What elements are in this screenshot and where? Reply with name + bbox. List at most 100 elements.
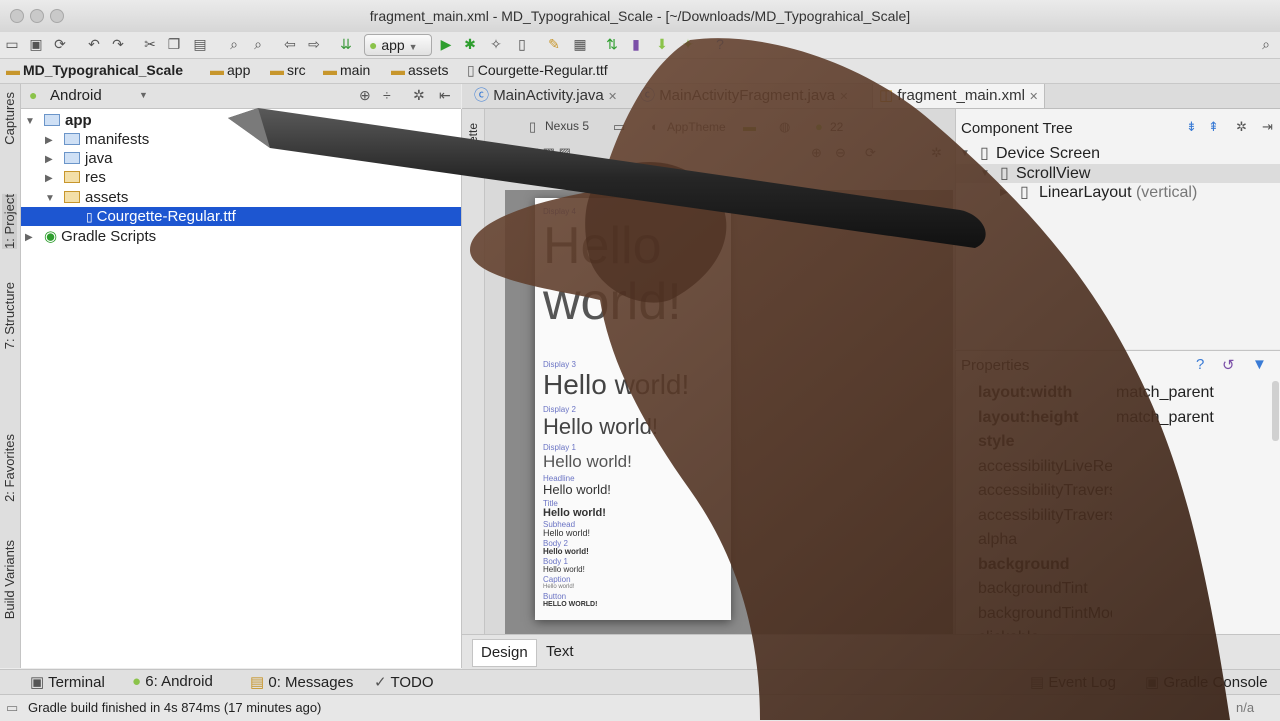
sync-gradle-icon[interactable]: ⇅ — [604, 36, 620, 52]
refresh-icon[interactable]: ⟳ — [865, 145, 876, 161]
messages-tab[interactable]: ▤ 0: Messages — [250, 673, 353, 691]
property-row[interactable]: style — [956, 430, 1271, 454]
android-monitor-icon[interactable]: ✦ — [680, 36, 696, 52]
open-folder-icon[interactable]: ▭ — [4, 36, 20, 52]
property-row[interactable]: backgroundTint — [956, 577, 1271, 601]
redo-icon[interactable]: ↷ — [110, 36, 126, 52]
help-icon[interactable]: ? — [1196, 356, 1204, 373]
debug-icon[interactable]: ✱ — [462, 36, 478, 52]
tree-item-scrollview[interactable]: ▼ ▯ ScrollView — [956, 164, 1280, 183]
tree-item-manifests[interactable]: ▶ manifests — [21, 130, 461, 149]
todo-tab[interactable]: ✓ TODO — [374, 673, 434, 691]
property-row[interactable]: accessibilityTraversalBefore — [956, 504, 1271, 528]
project-structure-icon[interactable]: ▦ — [572, 36, 588, 52]
forward-icon[interactable]: ⇨ — [306, 36, 322, 52]
tree-item-gradle-scripts[interactable]: ▶ ◉ Gradle Scripts — [21, 227, 461, 246]
replace-icon[interactable]: ⌕ — [250, 36, 266, 52]
scroll-from-source-icon[interactable]: ⊕ — [359, 87, 371, 104]
paste-icon[interactable]: ▤ — [192, 36, 208, 52]
properties-scrollbar[interactable] — [1272, 381, 1279, 441]
save-icon[interactable]: ▣ — [28, 36, 44, 52]
avd-manager-icon[interactable]: ▮ — [628, 36, 644, 52]
collapse-all-icon[interactable]: ÷ — [383, 87, 391, 103]
sdk-manager-icon[interactable]: ⬇ — [654, 36, 670, 52]
close-tab-icon[interactable]: ✕ — [1029, 91, 1038, 103]
terminal-tab[interactable]: ▣ Terminal — [30, 673, 105, 691]
chevron-down-icon[interactable]: ▼ — [139, 90, 148, 100]
find-icon[interactable]: ⌕ — [226, 36, 242, 52]
copy-icon[interactable]: ❐ — [166, 36, 182, 52]
filter-icon[interactable]: ▼ — [1252, 356, 1267, 373]
expand-arrow-icon[interactable]: ▼ — [980, 164, 990, 183]
project-tab[interactable]: 1: Project — [2, 194, 17, 249]
event-log-tab[interactable]: ▤ Event Log — [1030, 673, 1116, 691]
run-config-select[interactable]: ● app ▼ — [364, 34, 432, 56]
captures-tab[interactable]: Captures — [2, 92, 17, 145]
restore-defaults-icon[interactable]: ↺ — [1222, 356, 1235, 374]
gear-icon[interactable]: ✲ — [413, 87, 425, 104]
breadcrumb-item[interactable]: ▯ Courgette-Regular.ttf — [467, 62, 608, 79]
phone-preview[interactable]: Display 4 Hello world! Display 3 Hello w… — [535, 198, 731, 620]
property-value[interactable]: match_parent — [1116, 381, 1214, 405]
sync-icon[interactable]: ⟳ — [52, 36, 68, 52]
close-tab-icon[interactable]: ✕ — [839, 91, 848, 103]
status-icon[interactable]: ▭ — [6, 700, 18, 716]
breadcrumb-item[interactable]: ▬ MD_Typograhical_Scale — [6, 62, 183, 78]
property-row[interactable]: accessibilityTraversalAfter — [956, 479, 1271, 503]
orientation-icon[interactable]: ▭ — [613, 119, 625, 135]
breadcrumb-item[interactable]: ▬ assets — [391, 62, 448, 78]
breadcrumb-item[interactable]: ▬ main — [323, 62, 370, 78]
build-variants-tab[interactable]: Build Variants — [2, 540, 17, 619]
expand-all-icon[interactable]: ⇟ — [1186, 119, 1197, 135]
property-value[interactable]: match_parent — [1116, 406, 1214, 430]
breadcrumb-item[interactable]: ▬ src — [270, 62, 306, 78]
property-row[interactable]: background — [956, 553, 1271, 577]
tab-design[interactable]: Design — [472, 639, 537, 667]
property-row[interactable]: layout:width match_parent — [956, 381, 1271, 405]
make-project-icon[interactable]: ⇊ — [338, 36, 354, 52]
undo-icon[interactable]: ↶ — [86, 36, 102, 52]
collapse-arrow-icon[interactable]: ▶ — [45, 169, 53, 188]
android-monitor-tab[interactable]: ● 6: Android — [132, 673, 213, 690]
hide-panel-icon[interactable]: ⇥ — [1262, 119, 1273, 135]
activity-icon[interactable]: ▬ — [743, 119, 756, 134]
zoom-in-icon[interactable]: ⊕ — [811, 145, 822, 161]
tree-item-res[interactable]: ▶ res — [21, 168, 461, 187]
tab-main-activity[interactable]: ⓒ MainActivity.java ✕ — [468, 84, 623, 108]
hide-panel-icon[interactable]: ⇤ — [439, 87, 451, 104]
gear-icon[interactable]: ✲ — [1236, 119, 1247, 135]
property-row[interactable]: alpha — [956, 528, 1271, 552]
tree-item-font-file[interactable]: ▯ Courgette-Regular.ttf — [21, 207, 461, 226]
run-icon[interactable]: ▶ — [438, 36, 454, 52]
close-tab-icon[interactable]: ✕ — [608, 91, 617, 103]
api-level-select[interactable]: 22 — [830, 120, 843, 134]
zoom-out-icon[interactable]: ⊖ — [835, 145, 846, 161]
collapse-all-icon[interactable]: ⇞ — [1208, 119, 1219, 135]
tab-text[interactable]: Text — [538, 639, 582, 665]
expand-arrow-icon[interactable]: ▼ — [25, 112, 35, 131]
palette-tab[interactable]: Palette — [466, 123, 480, 160]
back-icon[interactable]: ⇦ — [282, 36, 298, 52]
tab-fragment-main-xml[interactable]: ◫ fragment_main.xml ✕ — [872, 84, 1046, 108]
layout-icon[interactable]: ▤ ▦ ▣ ▧ ▨ — [495, 145, 571, 161]
tree-item-device-screen[interactable]: ▼ ▯ Device Screen — [956, 144, 1280, 163]
property-row[interactable]: accessibilityLiveRegion — [956, 455, 1271, 479]
help-icon[interactable]: ? — [712, 36, 728, 52]
structure-tab[interactable]: 7: Structure — [2, 282, 17, 349]
property-row[interactable]: backgroundTintMode — [956, 602, 1271, 626]
expand-arrow-icon[interactable]: ▼ — [960, 144, 970, 163]
breadcrumb-item[interactable]: ▬ app — [210, 62, 250, 78]
attach-debugger-icon[interactable]: ✧ — [488, 36, 504, 52]
search-everywhere-icon[interactable]: ⌕ — [1258, 36, 1274, 52]
tree-item-java[interactable]: ▶ java — [21, 149, 461, 168]
build-variants-icon[interactable]: ✎ — [546, 36, 562, 52]
theme-select[interactable]: AppTheme — [667, 120, 726, 134]
collapse-arrow-icon[interactable]: ▶ — [1000, 183, 1008, 202]
tree-item-assets[interactable]: ▼ assets — [21, 188, 461, 207]
collapse-arrow-icon[interactable]: ▶ — [45, 150, 53, 169]
project-view-select[interactable]: Android — [50, 87, 102, 104]
tree-item-linearlayout[interactable]: ▶ ▯ LinearLayout (vertical) — [956, 183, 1280, 202]
locale-icon[interactable]: ◍ — [779, 119, 790, 135]
tab-main-activity-fragment[interactable]: ⓒ MainActivityFragment.java ✕ — [634, 84, 854, 108]
cut-icon[interactable]: ✂ — [142, 36, 158, 52]
